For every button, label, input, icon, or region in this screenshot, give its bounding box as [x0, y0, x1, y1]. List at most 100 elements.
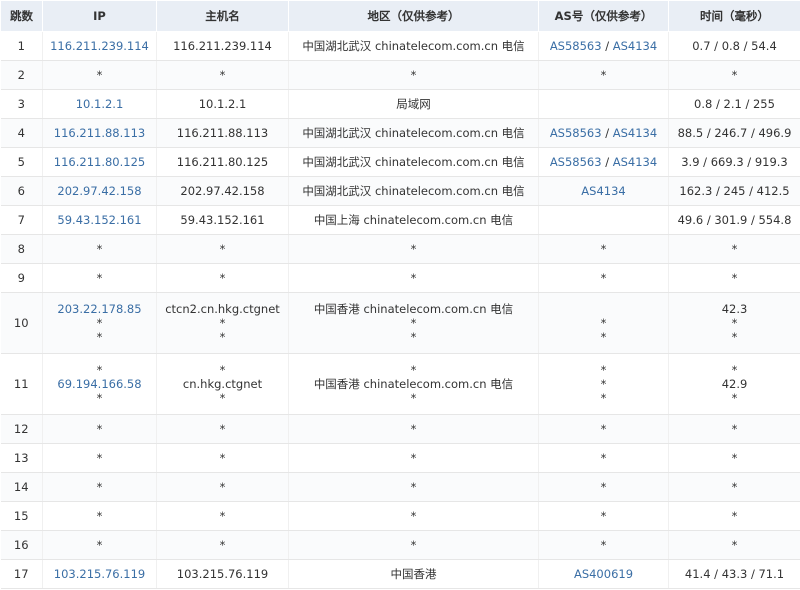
as-number-link[interactable]: AS4134 [613, 126, 657, 140]
region-text: * [410, 422, 417, 436]
hostname-text: * [219, 68, 226, 82]
ip-timeout: * [96, 68, 103, 82]
as-timeout: * [600, 68, 607, 82]
ip-timeout: * [96, 480, 103, 494]
region-cell: * 中国香港 chinatelecom.com.cn 电信 * [288, 353, 539, 415]
ip-link[interactable]: 116.211.239.114 [43, 39, 156, 53]
time-text: * [731, 68, 738, 82]
hostname-cell: 202.97.42.158 [156, 176, 289, 206]
header-hop: 跳数 [0, 0, 43, 32]
as-timeout: * [600, 242, 607, 256]
time-text: * [731, 330, 738, 344]
region-text: 中国湖北武汉 chinatelecom.com.cn 电信 [302, 184, 525, 198]
as-line: * [539, 316, 668, 330]
region-cell: * [288, 234, 539, 264]
hop-cell: 17 [0, 559, 43, 589]
time-text: 41.4 / 43.3 / 71.1 [684, 567, 785, 581]
hop-cell: 11 [0, 353, 43, 415]
ip-cell: * [42, 501, 157, 531]
hop-cell: 5 [0, 147, 43, 177]
time-text: * [731, 422, 738, 436]
region-text: * [410, 271, 417, 285]
ip-link[interactable]: 116.211.88.113 [43, 126, 156, 140]
ip-cell: * [42, 530, 157, 560]
ip-link[interactable]: 59.43.152.161 [43, 213, 156, 227]
ip-link[interactable]: 116.211.80.125 [43, 155, 156, 169]
as-line: * [539, 271, 668, 285]
hostname-text: 103.215.76.119 [176, 567, 269, 581]
as-number-link[interactable]: AS4134 [613, 39, 657, 53]
time-cell: * [668, 530, 800, 560]
region-text: * [410, 391, 417, 405]
as-line: * [539, 377, 668, 391]
hostname-text: * [219, 538, 226, 552]
header-hostname: 主机名 [156, 0, 289, 32]
header-time: 时间（毫秒） [668, 0, 800, 32]
as-line: AS58563 / AS4134 [539, 155, 668, 169]
table-row: 17 103.215.76.119 103.215.76.119 中国香港 AS4006… [0, 559, 800, 589]
time-text: 88.5 / 246.7 / 496.9 [677, 126, 792, 140]
as-number-link[interactable]: AS400619 [574, 567, 633, 581]
time-cell: * [668, 60, 800, 90]
time-cell: 49.6 / 301.9 / 554.8 [668, 205, 800, 235]
as-cell: * [538, 530, 669, 560]
region-text: 中国湖北武汉 chinatelecom.com.cn 电信 [302, 126, 525, 140]
hostname-cell: 59.43.152.161 [156, 205, 289, 235]
ip-link[interactable]: 203.22.178.85 [43, 302, 156, 316]
ip-cell: 10.1.2.1 [42, 89, 157, 119]
time-cell: * 42.9 * [668, 353, 800, 415]
time-text: * [731, 451, 738, 465]
as-number-link[interactable]: AS58563 [550, 155, 602, 169]
region-cell: 中国香港 chinatelecom.com.cn 电信 * * [288, 292, 539, 354]
ip-link[interactable]: 10.1.2.1 [43, 97, 156, 111]
as-cell: * [538, 472, 669, 502]
region-text: 中国湖北武汉 chinatelecom.com.cn 电信 [302, 39, 525, 53]
region-cell: 中国上海 chinatelecom.com.cn 电信 [288, 205, 539, 235]
ip-link[interactable]: 103.215.76.119 [43, 567, 156, 581]
hop-cell: 7 [0, 205, 43, 235]
as-separator: / [601, 155, 613, 169]
hostname-cell: 10.1.2.1 [156, 89, 289, 119]
region-text: * [410, 363, 417, 377]
time-text: * [731, 509, 738, 523]
ip-link[interactable]: 69.194.166.58 [43, 377, 156, 391]
table-row: 11 * 69.194.166.58 * * cn.hkg.ctgnet * * 中国香港 ch… [0, 353, 800, 415]
time-cell: * [668, 263, 800, 293]
as-line: * [539, 391, 668, 405]
hop-cell: 2 [0, 60, 43, 90]
region-text: * [410, 451, 417, 465]
ip-link[interactable]: 202.97.42.158 [43, 184, 156, 198]
hop-cell: 16 [0, 530, 43, 560]
hop-cell: 12 [0, 414, 43, 444]
as-line: * [539, 509, 668, 523]
as-timeout: * [600, 391, 607, 405]
time-text: * [731, 271, 738, 285]
region-text: * [410, 538, 417, 552]
as-cell: * [538, 443, 669, 473]
hostname-cell: * [156, 530, 289, 560]
region-text: 中国湖北武汉 chinatelecom.com.cn 电信 [302, 155, 525, 169]
table-row: 15 * * * * * [0, 501, 800, 531]
table-row: 8 * * * * * [0, 234, 800, 264]
ip-cell: 203.22.178.85 * * [42, 292, 157, 354]
region-text: * [410, 330, 417, 344]
ip-cell: 103.215.76.119 [42, 559, 157, 589]
region-cell: 中国湖北武汉 chinatelecom.com.cn 电信 [288, 147, 539, 177]
hostname-cell: 103.215.76.119 [156, 559, 289, 589]
as-timeout: * [600, 509, 607, 523]
as-number-link[interactable]: AS4134 [613, 155, 657, 169]
header-as-number: AS号（仅供参考） [538, 0, 669, 32]
time-cell: 41.4 / 43.3 / 71.1 [668, 559, 800, 589]
as-number-link[interactable]: AS58563 [550, 126, 602, 140]
hop-cell: 14 [0, 472, 43, 502]
time-cell: 162.3 / 245 / 412.5 [668, 176, 800, 206]
time-text: * [731, 538, 738, 552]
as-number-link[interactable]: AS58563 [550, 39, 602, 53]
as-line: * [539, 451, 668, 465]
hostname-cell: 116.211.80.125 [156, 147, 289, 177]
as-number-link[interactable]: AS4134 [581, 184, 625, 198]
as-cell: AS58563 / AS4134 [538, 31, 669, 61]
hostname-text: * [219, 363, 226, 377]
as-cell: * [538, 414, 669, 444]
table-row: 13 * * * * * [0, 443, 800, 473]
